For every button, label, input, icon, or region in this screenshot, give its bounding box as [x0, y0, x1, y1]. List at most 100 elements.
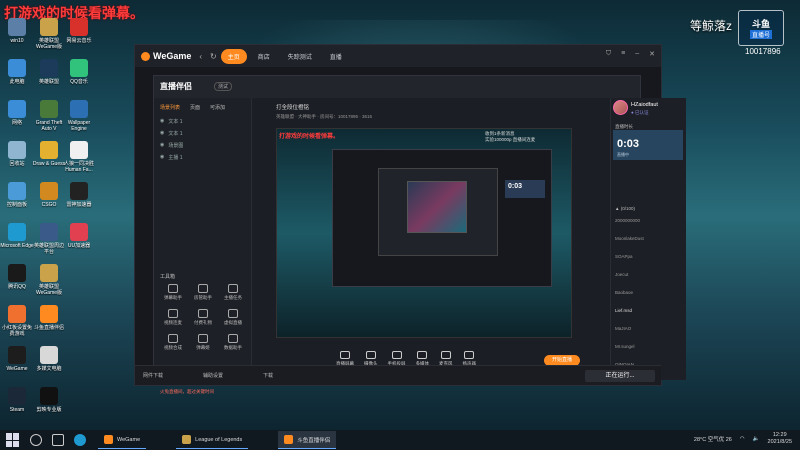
desktop-icon[interactable]: UU加速器	[62, 223, 96, 249]
tab-home[interactable]: 主页	[220, 48, 247, 64]
nested-preview-1: 0:03	[332, 149, 552, 287]
taskbar-app[interactable]: League of Legends	[176, 431, 249, 449]
minimize-icon[interactable]: –	[635, 50, 639, 58]
toolbox-item[interactable]: 房管助手	[188, 284, 218, 301]
desktop-icon[interactable]: 雷神加速器	[62, 182, 96, 208]
start-icon[interactable]	[6, 433, 20, 447]
viewer-item[interactable]: MaJIAO	[615, 326, 631, 332]
logo-line1: 斗鱼	[751, 19, 770, 29]
tab-live[interactable]: 直播	[323, 49, 349, 64]
toolbox-item[interactable]: 视频连麦	[158, 309, 188, 326]
companion-titlebar: 直播伴侣 测试	[154, 76, 640, 98]
system-tray: 28°C 空气优 26 ◠ 🔈 12:29 2021/8/25	[694, 432, 792, 446]
toolbox-item[interactable]: 弹幕姬	[188, 334, 218, 351]
stream-title[interactable]: 打全段位橙铭	[276, 103, 309, 111]
desktop-icon[interactable]: 斗鱼直播伴侣	[32, 305, 66, 331]
running-button[interactable]: 正在运行...	[585, 370, 655, 382]
viewer-item[interactable]: Lief.msd	[615, 308, 632, 314]
taskbar-app-label: 斗鱼直播伴侣	[297, 437, 331, 444]
desktop-icon[interactable]: win10	[0, 18, 34, 44]
viewer-item[interactable]: Baobaoe	[615, 290, 633, 296]
avatar[interactable]	[613, 100, 628, 115]
app-icon	[40, 387, 58, 405]
desktop-icon[interactable]: 英雄联盟	[32, 59, 66, 85]
taskbar-app[interactable]: WeGame	[98, 431, 147, 449]
tab-pages[interactable]: 页面	[190, 104, 200, 111]
desktop-icon[interactable]: 人狼一同决胜 Human Fa...	[62, 141, 96, 173]
tab-addable[interactable]: 可添加	[210, 104, 225, 111]
desktop-icon-label: 雷神加速器	[66, 202, 92, 208]
toolbox-item[interactable]: 数据助手	[218, 334, 248, 351]
viewer-item[interactable]: Joecut	[615, 272, 628, 278]
desktop-icon-label: 英雄联盟 WeGame版	[35, 284, 63, 296]
scene-item[interactable]: ◉ 文本 1	[160, 118, 183, 125]
app-icon	[70, 100, 88, 118]
clock[interactable]: 12:29 2021/8/25	[768, 432, 792, 446]
close-icon[interactable]: ✕	[649, 50, 655, 58]
taskbar-apps: WeGame League of Legends 斗鱼直播伴侣	[86, 431, 337, 449]
scene-item[interactable]: ◉ 文本 1	[160, 130, 183, 137]
desktop-icon[interactable]: Wallpaper Engine	[62, 100, 96, 132]
shield-icon[interactable]: ⛉	[606, 50, 611, 58]
toolbox-item[interactable]: 虚拟直播	[218, 309, 248, 326]
desktop-icon[interactable]: QQ音乐	[62, 59, 96, 85]
tab-store[interactable]: 商店	[251, 49, 277, 64]
desktop-icon[interactable]: 小红板设置免费游戏	[0, 305, 34, 337]
bottom-item[interactable]: 网件下载	[143, 372, 163, 379]
toolbox-item[interactable]: 视频合成	[158, 334, 188, 351]
desktop-icon[interactable]: 多媒文电脑	[32, 346, 66, 372]
desktop-icon[interactable]: Steam	[0, 387, 34, 413]
app-icon	[8, 18, 26, 36]
viewer-item[interactable]: SOAPpa	[615, 254, 633, 260]
wifi-icon[interactable]: ◠	[740, 436, 745, 442]
viewer-item[interactable]: MoonlakeDust	[615, 236, 644, 242]
desktop-icon[interactable]: 英雄联盟周边 平台	[32, 223, 66, 255]
eye-icon: ◉	[160, 118, 165, 124]
tab-scenes[interactable]: 场景列表	[160, 104, 180, 111]
nested-preview-2	[378, 168, 498, 256]
desktop-icon-label: Draw & Guess	[32, 161, 66, 167]
volume-icon[interactable]: 🔈	[753, 436, 760, 442]
desktop-icon[interactable]: 英雄联盟 WeGame版	[32, 264, 66, 296]
desktop-icon[interactable]: 剪映专业版	[32, 387, 66, 413]
taskbar-app[interactable]: 斗鱼直播伴侣	[278, 431, 337, 449]
tool-label: 视频连麦	[164, 320, 182, 325]
desktop-icon[interactable]: 回收站	[0, 141, 34, 167]
task-view-icon[interactable]	[52, 434, 64, 446]
desktop-icon[interactable]: 此电脑	[0, 59, 34, 85]
live-timer: 0:03	[617, 138, 640, 150]
taskbar: WeGame League of Legends 斗鱼直播伴侣 28°C 空气优 2…	[0, 430, 800, 450]
desktop-icon[interactable]: Grand Theft Auto V	[32, 100, 66, 132]
menu-icon[interactable]: ≡	[621, 50, 625, 58]
desktop-icon[interactable]: WeGame	[0, 346, 34, 372]
source-icon	[365, 351, 376, 359]
desktop-icon[interactable]: 英雄联盟 WeGame版	[32, 18, 66, 50]
desktop-icon[interactable]: Draw & Guess	[32, 141, 66, 167]
viewer-item[interactable]: Mr.sungel	[615, 344, 635, 350]
tool-icon	[228, 309, 238, 318]
back-arrow-icon[interactable]: ‹	[199, 52, 202, 61]
weather-text[interactable]: 28°C 空气优 26	[694, 435, 732, 443]
bottom-item[interactable]: 辅助设置	[203, 372, 223, 379]
refresh-icon[interactable]: ↻	[210, 52, 217, 61]
app-icon	[8, 59, 26, 77]
desktop-icon[interactable]: 网易云音乐	[62, 18, 96, 44]
toolbox-item[interactable]: 弹幕助手	[158, 284, 188, 301]
search-icon[interactable]	[30, 434, 42, 446]
tool-icon	[168, 334, 178, 343]
desktop-icon[interactable]: Microsoft Edge	[0, 223, 34, 249]
scene-item[interactable]: ◉ 场景图	[160, 142, 183, 149]
wegame-titlebar: WeGame ‹ ↻ 主页 商店 失踪测试 直播 ⛉ ≡ – ✕	[135, 45, 661, 67]
toolbox-item[interactable]: 主播任务	[218, 284, 248, 301]
desktop-icon[interactable]: 腾讯QQ	[0, 264, 34, 290]
desktop-icon[interactable]: 网络	[0, 100, 34, 126]
edge-icon[interactable]	[74, 434, 86, 446]
desktop-icon[interactable]: 控制面板	[0, 182, 34, 208]
bottom-item[interactable]: 下载	[263, 372, 273, 379]
stream-meta: 英雄联盟 · 大神助手 · 房间号：10017895 · 3615	[276, 114, 373, 119]
tab-test[interactable]: 失踪测试	[281, 49, 319, 64]
scene-item[interactable]: ◉ 主播 1	[160, 154, 183, 161]
viewer-item[interactable]: 2000000000	[615, 218, 640, 224]
desktop-icon[interactable]: CSGO	[32, 182, 66, 208]
toolbox-item[interactable]: 付费礼物	[188, 309, 218, 326]
